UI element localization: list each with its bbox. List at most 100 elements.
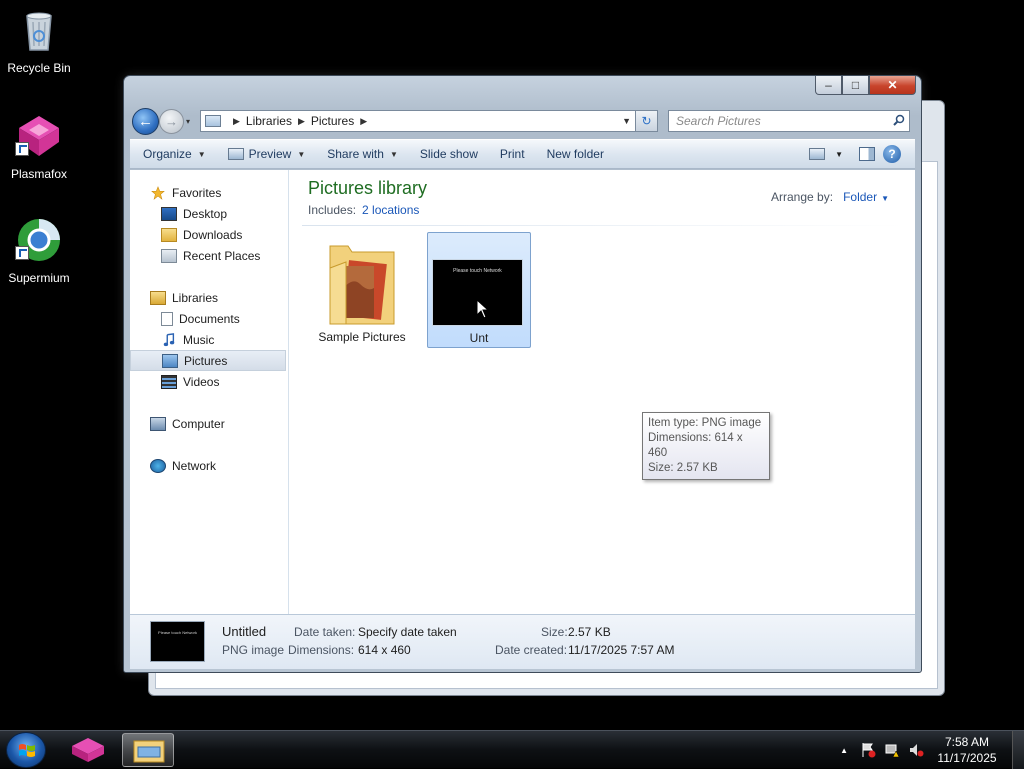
back-button[interactable]: ← xyxy=(132,107,159,135)
arrange-by-dropdown[interactable]: Folder xyxy=(843,190,877,204)
recent-places-icon xyxy=(161,248,177,263)
share-with-button[interactable]: Share with ▼ xyxy=(316,147,409,161)
show-desktop-button[interactable] xyxy=(1012,731,1024,769)
folder-icon xyxy=(329,245,395,325)
nav-favorites[interactable]: Favorites xyxy=(130,182,288,203)
minimize-button[interactable]: – xyxy=(815,76,842,95)
arrange-by: Arrange by: Folder ▼ xyxy=(771,190,889,204)
computer-icon xyxy=(150,416,166,431)
date-taken-value[interactable]: Specify date taken xyxy=(358,625,457,639)
details-thumbnail: Please touch Network xyxy=(150,621,205,662)
tooltip-dimensions: Dimensions: 614 x 460 xyxy=(648,432,743,459)
mouse-cursor-icon xyxy=(476,299,490,319)
volume-muted-icon[interactable] xyxy=(908,742,924,758)
start-button[interactable] xyxy=(6,732,46,768)
locations-link[interactable]: 2 locations xyxy=(362,203,419,217)
recycle-bin-shortcut[interactable]: Recycle Bin xyxy=(1,6,77,75)
nav-recent-places[interactable]: Recent Places xyxy=(130,245,288,266)
chevron-down-icon: ▼ xyxy=(389,149,398,159)
action-center-flag-icon[interactable] xyxy=(860,742,876,758)
clock-date: 11/17/2025 xyxy=(937,751,997,765)
thumbnail-text: Please touch Network xyxy=(453,268,502,274)
dimensions-value: 614 x 460 xyxy=(358,643,411,657)
nav-downloads-label: Downloads xyxy=(183,227,243,242)
header-divider xyxy=(302,225,905,226)
nav-music-label: Music xyxy=(183,332,215,347)
print-button[interactable]: Print xyxy=(489,147,536,161)
nav-network[interactable]: Network xyxy=(130,455,288,476)
taskbar-windows-explorer[interactable] xyxy=(122,733,174,767)
nav-computer[interactable]: Computer xyxy=(130,413,288,434)
desktop-icon xyxy=(161,206,177,221)
caption-buttons: – □ ✕ xyxy=(815,76,916,96)
size-value: 2.57 KB xyxy=(568,625,611,639)
preview-icon xyxy=(227,148,244,160)
refresh-button[interactable]: ↻ xyxy=(636,110,658,132)
nav-videos[interactable]: Videos xyxy=(130,371,288,392)
command-bar: Organize ▼ Preview ▼ Share with ▼ Slide sho… xyxy=(130,139,915,169)
nav-documents[interactable]: Documents xyxy=(130,308,288,329)
organize-button[interactable]: Organize ▼ xyxy=(130,147,217,161)
navigation-pane[interactable]: Favorites Desktop Downloads Recent Place… xyxy=(130,170,289,614)
tooltip-size: Size: 2.57 KB xyxy=(648,462,718,474)
nav-pictures[interactable]: Pictures xyxy=(130,350,286,371)
organize-label: Organize xyxy=(143,147,192,161)
preview-button[interactable]: Preview ▼ xyxy=(217,147,317,161)
nav-recent-places-label: Recent Places xyxy=(183,248,261,263)
change-view-icon[interactable] xyxy=(809,148,826,160)
shortcut-arrow-icon xyxy=(15,142,29,156)
breadcrumb-separator-icon[interactable]: ▶ xyxy=(360,116,367,127)
view-options-dropdown-icon[interactable]: ▼ xyxy=(835,150,843,159)
chevron-down-icon: ▼ xyxy=(197,149,206,159)
music-icon xyxy=(163,332,175,346)
show-hidden-icons-button[interactable]: ▲ xyxy=(840,746,848,755)
shortcut-arrow-icon xyxy=(15,246,29,260)
search-icon[interactable] xyxy=(893,114,905,126)
file-view[interactable]: Pictures library Includes: 2 locations Ar… xyxy=(290,170,915,614)
new-folder-button[interactable]: New folder xyxy=(536,147,615,161)
file-untitled-png[interactable]: Please touch Network Unt xyxy=(427,232,531,348)
address-dropdown-icon[interactable]: ▼ xyxy=(622,116,631,126)
chevron-down-icon: ▼ xyxy=(297,149,306,159)
slide-show-button[interactable]: Slide show xyxy=(409,147,489,161)
breadcrumb-separator-icon[interactable]: ▶ xyxy=(233,116,240,127)
breadcrumb-libraries[interactable]: Libraries xyxy=(246,114,292,128)
recycle-bin-icon xyxy=(26,12,52,51)
recent-pages-dropdown[interactable]: ▾ xyxy=(186,117,196,126)
nav-desktop[interactable]: Desktop xyxy=(130,203,288,224)
desktop: Recycle Bin Plasmafox Supermium – □ ✕ ← … xyxy=(0,0,1024,730)
details-pane: Please touch Network Untitled PNG image … xyxy=(130,614,915,669)
file-name: Unt xyxy=(469,331,489,345)
nav-documents-label: Documents xyxy=(179,311,240,326)
chevron-down-icon[interactable]: ▼ xyxy=(881,194,889,203)
library-crumb-icon xyxy=(205,115,221,127)
breadcrumb-pictures[interactable]: Pictures xyxy=(311,114,354,128)
help-button[interactable]: ? xyxy=(883,145,901,163)
details-thumbnail-text: Please touch Network xyxy=(158,630,197,635)
explorer-content: Favorites Desktop Downloads Recent Place… xyxy=(130,170,915,614)
recycle-bin-label: Recycle Bin xyxy=(7,61,71,75)
explorer-window[interactable]: – □ ✕ ← → ▾ ▶ Libraries ▶ Pictures ▶ ▼ ↻… xyxy=(123,75,922,673)
nav-music[interactable]: Music xyxy=(130,329,288,350)
details-file-name: Untitled xyxy=(222,624,267,639)
network-status-icon[interactable] xyxy=(884,742,900,758)
taskbar: ▲ 7:58 AM 11/17/2025 xyxy=(0,730,1024,769)
supermium-shortcut[interactable]: Supermium xyxy=(1,216,77,285)
plasmafox-shortcut[interactable]: Plasmafox xyxy=(1,112,77,181)
preview-pane-icon[interactable] xyxy=(859,147,875,161)
nav-downloads[interactable]: Downloads xyxy=(130,224,288,245)
forward-button[interactable]: → xyxy=(159,108,184,134)
breadcrumb-separator-icon[interactable]: ▶ xyxy=(298,116,305,127)
address-bar[interactable]: ▶ Libraries ▶ Pictures ▶ ▼ xyxy=(200,110,636,132)
maximize-button[interactable]: □ xyxy=(842,76,869,95)
clock[interactable]: 7:58 AM 11/17/2025 xyxy=(932,734,1002,766)
folder-sample-pictures[interactable]: Sample Pictures xyxy=(310,232,414,348)
search-input[interactable]: Search Pictures xyxy=(668,110,910,132)
close-button[interactable]: ✕ xyxy=(869,76,916,95)
file-name: Sample Pictures xyxy=(318,330,406,344)
back-arrow-icon: ← xyxy=(138,112,153,130)
nav-libraries[interactable]: Libraries xyxy=(130,287,288,308)
date-created-label: Date created: xyxy=(495,643,568,657)
nav-computer-label: Computer xyxy=(172,416,225,431)
taskbar-plasmafox[interactable] xyxy=(62,733,114,767)
